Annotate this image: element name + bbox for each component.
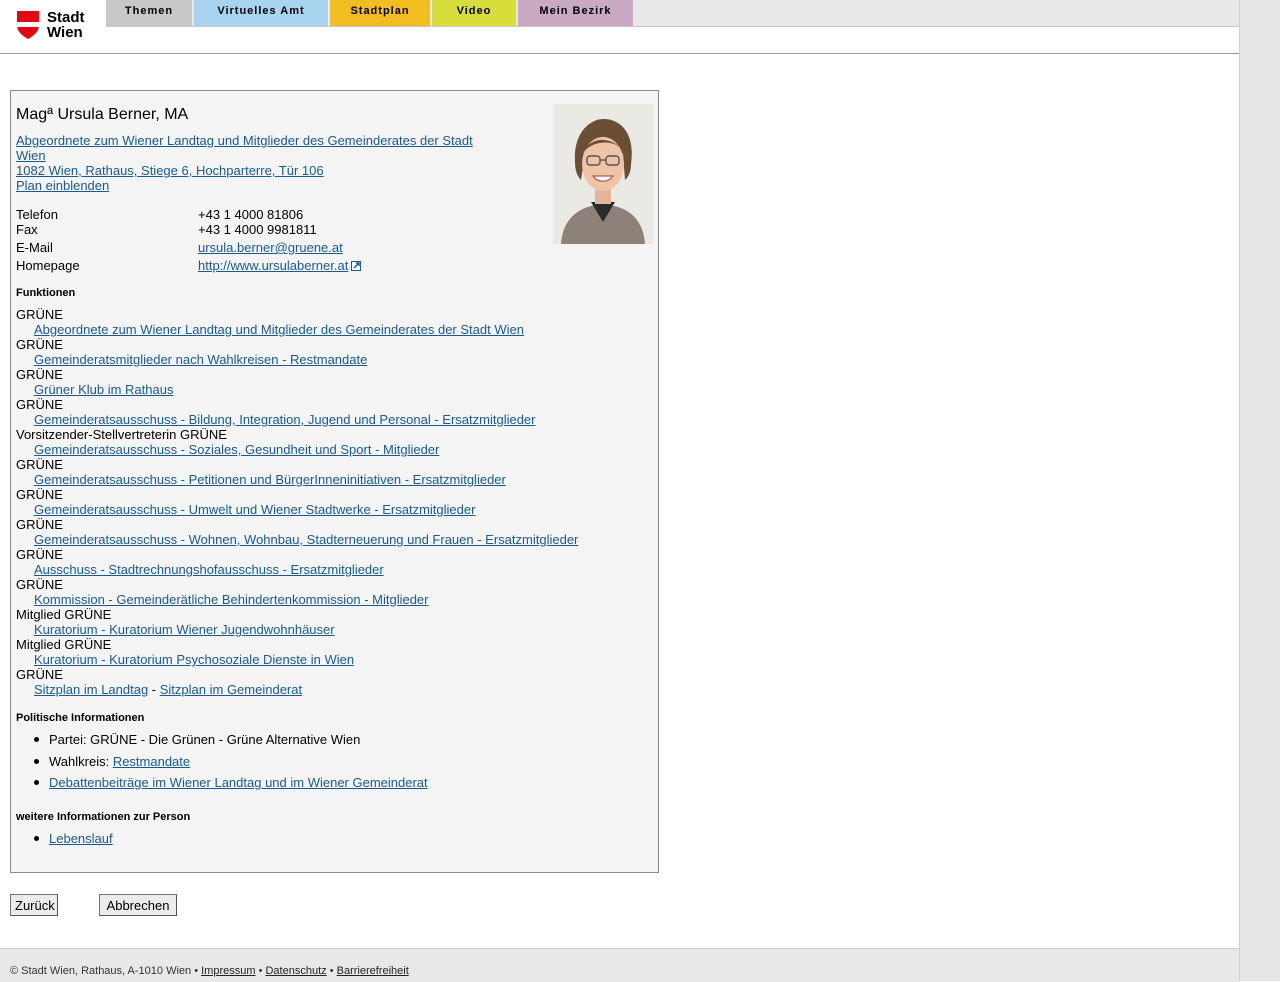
list-item: Debattenbeiträge im Wiener Landtag und i…: [16, 775, 428, 790]
function-role: Vorsitzender-Stellvertreterin GRÜNE: [16, 427, 227, 442]
weitere-informationen-heading: weitere Informationen zur Person: [16, 811, 191, 823]
function-role: GRÜNE: [16, 367, 63, 382]
sitzplan-gemeinderat-link[interactable]: Sitzplan im Gemeinderat: [160, 682, 302, 697]
wahlkreis-link[interactable]: Restmandate: [113, 754, 190, 769]
main-navigation: Themen Virtuelles Amt Stadtplan Video Me…: [106, 0, 1239, 27]
site-header: Stadt Wien Themen Virtuelles Amt Stadtpl…: [0, 0, 1239, 54]
function-link[interactable]: Gemeinderatsmitglieder nach Wahlkreisen …: [34, 352, 367, 367]
partei-text: Partei: GRÜNE - Die Grünen - Grüne Alter…: [49, 732, 361, 747]
title-link-line1[interactable]: Abgeordnete zum Wiener Landtag und Mitgl…: [16, 133, 473, 148]
back-button[interactable]: Zurück: [10, 894, 58, 916]
page-scroll-strip: [1239, 0, 1280, 981]
function-role: GRÜNE: [16, 457, 63, 472]
function-role: GRÜNE: [16, 667, 63, 682]
footer-copyright: © Stadt Wien, Rathaus, A-1010 Wien •: [10, 965, 202, 977]
tab-mein-bezirk[interactable]: Mein Bezirk: [518, 0, 633, 26]
homepage-link[interactable]: http://www.ursulaberner.at: [198, 258, 348, 273]
telefon-value: +43 1 4000 81806: [198, 207, 304, 222]
function-role: Mitglied GRÜNE: [16, 607, 112, 622]
function-role: GRÜNE: [16, 517, 63, 532]
email-link[interactable]: ursula.berner@gruene.at: [198, 240, 343, 255]
tab-themen[interactable]: Themen: [106, 0, 192, 26]
datenschutz-link[interactable]: Datenschutz: [265, 965, 326, 977]
fax-label: Fax: [16, 222, 38, 237]
lebenslauf-link[interactable]: Lebenslauf: [49, 831, 113, 846]
function-role: GRÜNE: [16, 487, 63, 502]
funktionen-heading: Funktionen: [16, 287, 76, 299]
funktionen-list: GRÜNE Abgeordnete zum Wiener Landtag und…: [16, 307, 578, 697]
person-detail-card: Magª Ursula Berner, MA Abgeordnete zum W…: [10, 90, 659, 873]
portrait-image: [553, 104, 653, 244]
politische-informationen-list: Partei: GRÜNE - Die Grünen - Grüne Alter…: [16, 732, 428, 790]
fax-value: +43 1 4000 9981811: [198, 222, 317, 237]
debattenbeitraege-link[interactable]: Debattenbeiträge im Wiener Landtag und i…: [49, 775, 428, 790]
function-role: GRÜNE: [16, 397, 63, 412]
stadt-wien-logo[interactable]: Stadt Wien: [17, 10, 97, 44]
homepage-row: http://www.ursulaberner.at: [198, 258, 362, 273]
function-role: GRÜNE: [16, 307, 63, 322]
function-link[interactable]: Gemeinderatsausschuss - Bildung, Integra…: [34, 412, 536, 427]
tab-stadtplan[interactable]: Stadtplan: [330, 0, 430, 26]
tab-virtuelles-amt[interactable]: Virtuelles Amt: [194, 0, 328, 26]
title-link-line2[interactable]: Wien: [16, 148, 46, 163]
function-link[interactable]: Kommission - Gemeinderätliche Behinderte…: [34, 592, 429, 607]
function-link[interactable]: Gemeinderatsausschuss - Umwelt und Wiene…: [34, 502, 475, 517]
wahlkreis-label: Wahlkreis:: [49, 754, 113, 769]
function-link[interactable]: Gemeinderatsausschuss - Soziales, Gesund…: [34, 442, 439, 457]
external-link-icon: [351, 261, 362, 271]
cancel-button[interactable]: Abbrechen: [99, 894, 177, 916]
function-link[interactable]: Gemeinderatsausschuss - Petitionen und B…: [34, 472, 506, 487]
function-role: GRÜNE: [16, 577, 63, 592]
email-label: E-Mail: [16, 240, 53, 255]
politische-informationen-heading: Politische Informationen: [16, 712, 145, 724]
function-link[interactable]: Gemeinderatsausschuss - Wohnen, Wohnbau,…: [34, 532, 578, 547]
barrierefreiheit-link[interactable]: Barrierefreiheit: [337, 965, 409, 977]
function-link[interactable]: Kuratorium - Kuratorium Psychosoziale Di…: [34, 652, 354, 667]
function-role: GRÜNE: [16, 337, 63, 352]
homepage-label: Homepage: [16, 258, 80, 273]
sitzplan-separator: -: [148, 682, 160, 697]
tab-video[interactable]: Video: [432, 0, 516, 26]
logo-text-stadt: Stadt: [47, 9, 85, 26]
list-item: Partei: GRÜNE - Die Grünen - Grüne Alter…: [16, 732, 428, 747]
footer-separator: •: [255, 965, 266, 977]
wien-shield-icon: [17, 11, 39, 39]
address-link[interactable]: 1082 Wien, Rathaus, Stiege 6, Hochparter…: [16, 163, 324, 178]
list-item: Wahlkreis: Restmandate: [16, 754, 428, 769]
person-photo: [553, 104, 653, 244]
sitzplan-landtag-link[interactable]: Sitzplan im Landtag: [34, 682, 148, 697]
logo-text-wien: Wien: [47, 24, 83, 41]
function-link[interactable]: Ausschuss - Stadtrechnungshofausschuss -…: [34, 562, 384, 577]
site-footer: © Stadt Wien, Rathaus, A-1010 Wien • Imp…: [0, 948, 1239, 982]
function-link[interactable]: Abgeordnete zum Wiener Landtag und Mitgl…: [34, 322, 524, 337]
person-name: Magª Ursula Berner, MA: [16, 106, 189, 123]
plan-einblenden-link[interactable]: Plan einblenden: [16, 178, 109, 193]
impressum-link[interactable]: Impressum: [201, 965, 255, 977]
telefon-label: Telefon: [16, 207, 58, 222]
list-item: Lebenslauf: [16, 831, 113, 846]
function-role: Mitglied GRÜNE: [16, 637, 112, 652]
function-role: GRÜNE: [16, 547, 63, 562]
weitere-informationen-list: Lebenslauf: [16, 831, 113, 846]
footer-line: © Stadt Wien, Rathaus, A-1010 Wien • Imp…: [10, 965, 409, 977]
footer-separator: •: [326, 965, 337, 977]
sitzplan-row: Sitzplan im Landtag - Sitzplan im Gemein…: [16, 682, 578, 697]
function-link[interactable]: Grüner Klub im Rathaus: [34, 382, 173, 397]
function-link[interactable]: Kuratorium - Kuratorium Wiener Jugendwoh…: [34, 622, 335, 637]
